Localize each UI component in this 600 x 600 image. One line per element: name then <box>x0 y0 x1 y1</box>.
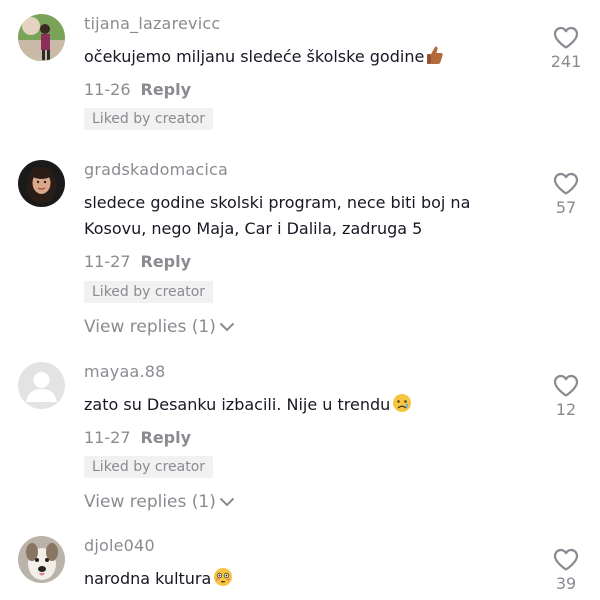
comment-text-content: narodna kultura <box>84 569 212 588</box>
view-replies-button[interactable]: View replies (1) <box>84 317 235 337</box>
like-button[interactable]: 241 <box>550 26 582 71</box>
like-count: 241 <box>550 52 582 71</box>
reply-button[interactable]: Reply <box>141 80 192 99</box>
like-button[interactable]: 39 <box>550 548 582 593</box>
heart-icon[interactable] <box>553 26 579 50</box>
avatar[interactable] <box>18 160 65 207</box>
comment-meta: 11-27 Reply <box>84 252 191 271</box>
flushed-face-icon <box>213 567 233 595</box>
reply-button[interactable]: Reply <box>141 428 192 447</box>
comment-username[interactable]: djole040 <box>84 536 155 555</box>
view-replies-label: View replies (1) <box>84 317 216 337</box>
avatar[interactable] <box>18 536 65 583</box>
comment-meta: 11-27 Reply <box>84 428 191 447</box>
heart-icon[interactable] <box>553 172 579 196</box>
heart-icon[interactable] <box>553 548 579 572</box>
like-count: 39 <box>555 574 577 593</box>
like-button[interactable]: 57 <box>550 172 582 217</box>
view-replies-button[interactable]: View replies (1) <box>84 492 235 512</box>
comment-date: 11-26 <box>84 80 131 99</box>
sad-face-icon <box>392 393 412 421</box>
liked-by-creator-badge: Liked by creator <box>84 281 214 303</box>
like-count: 57 <box>555 198 577 217</box>
comment-date: 11-27 <box>84 252 131 271</box>
comment-text: očekujemo miljanu sledeće školske godine <box>84 44 484 73</box>
comment-text-content: zato su Desanku izbacili. Nije u trendu <box>84 395 391 414</box>
thumbs-up-icon <box>426 45 444 73</box>
comment-date: 11-27 <box>84 428 131 447</box>
reply-button[interactable]: Reply <box>141 252 192 271</box>
view-replies-label: View replies (1) <box>84 492 216 512</box>
comment-text-content: očekujemo miljanu sledeće školske godine <box>84 47 425 66</box>
comment-text: sledece godine skolski program, nece bit… <box>84 193 471 238</box>
comment-username[interactable]: tijana_lazarevicc <box>84 14 220 33</box>
comment-text: zato su Desanku izbacili. Nije u trendu <box>84 392 484 421</box>
comment-username[interactable]: mayaa.88 <box>84 362 166 381</box>
avatar[interactable] <box>18 14 65 61</box>
like-button[interactable]: 12 <box>550 374 582 419</box>
comment-list: tijana_lazarevicc očekujemo miljanu sled… <box>0 0 600 600</box>
liked-by-creator-badge: Liked by creator <box>84 108 214 130</box>
comment-text: narodna kultura <box>84 566 484 595</box>
heart-icon[interactable] <box>553 374 579 398</box>
comment-username[interactable]: gradskadomacica <box>84 160 228 179</box>
comment-meta: 11-26 Reply <box>84 80 191 99</box>
chevron-down-icon <box>219 317 235 337</box>
chevron-down-icon <box>219 492 235 512</box>
liked-by-creator-badge: Liked by creator <box>84 456 214 478</box>
like-count: 12 <box>555 400 577 419</box>
avatar[interactable] <box>18 362 65 409</box>
